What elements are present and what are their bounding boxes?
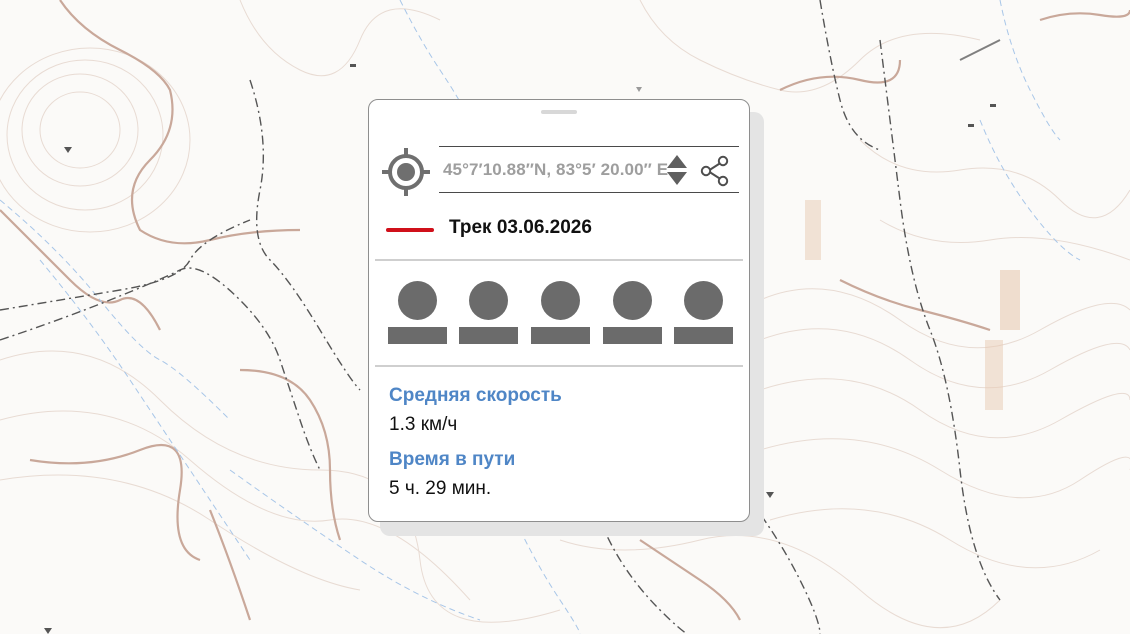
contour-line xyxy=(1039,9,1130,22)
action-icon-placeholder xyxy=(469,281,508,320)
track-title: Трек 03.06.2026 xyxy=(449,217,592,238)
action-label-placeholder xyxy=(531,327,590,344)
action-icon-placeholder xyxy=(684,281,723,320)
contour-line xyxy=(639,539,741,621)
contour-line xyxy=(839,279,991,332)
contour-line xyxy=(769,508,1101,569)
map-marker-icon xyxy=(968,124,974,127)
share-icon xyxy=(700,155,729,187)
contour-line xyxy=(239,0,441,77)
trail-line xyxy=(819,0,881,151)
stream-line xyxy=(0,199,231,421)
track-info-card: 45°7′10.88″N, 83°5′ 20.00″ E Трек 03.06.… xyxy=(368,99,750,522)
contour-line xyxy=(39,91,121,169)
trail-line xyxy=(599,519,700,634)
trail-line xyxy=(0,267,321,471)
track-color-swatch xyxy=(386,228,434,232)
trail-line xyxy=(249,79,361,391)
contour-line xyxy=(208,509,252,621)
locate-button[interactable] xyxy=(381,147,431,197)
action-button-2[interactable] xyxy=(459,281,519,345)
action-button-3[interactable] xyxy=(531,281,591,345)
contour-line xyxy=(239,368,342,541)
contour-line xyxy=(6,59,164,211)
contour-line xyxy=(759,378,1130,439)
map-marker-icon xyxy=(990,104,996,107)
action-label-placeholder xyxy=(603,327,662,344)
action-button-1[interactable] xyxy=(388,281,448,345)
contour-line xyxy=(21,73,139,187)
coordinates-field[interactable]: 45°7′10.88″N, 83°5′ 20.00″ E xyxy=(439,146,739,193)
action-button-5[interactable] xyxy=(674,281,734,345)
action-label-placeholder xyxy=(388,327,447,344)
stream-line xyxy=(999,0,1061,141)
drag-handle[interactable] xyxy=(541,110,577,114)
map-marker-icon xyxy=(44,628,52,634)
map-marker-icon xyxy=(64,147,72,153)
action-button-4[interactable] xyxy=(603,281,663,345)
map-marker-icon xyxy=(636,87,642,92)
terrain-patch xyxy=(805,200,821,260)
contour-line xyxy=(759,438,1130,499)
contour-line xyxy=(759,288,1130,349)
divider xyxy=(375,365,743,367)
action-icon-placeholder xyxy=(541,281,580,320)
stream-line xyxy=(39,259,251,561)
contour-line xyxy=(879,219,1130,261)
avg-speed-label: Средняя скорость xyxy=(389,385,562,406)
terrain-patch xyxy=(1000,270,1020,330)
coordinates-text: 45°7′10.88″N, 83°5′ 20.00″ E xyxy=(443,160,669,179)
map-marker-icon xyxy=(350,64,356,67)
contour-line xyxy=(29,444,201,562)
action-label-placeholder xyxy=(459,327,518,344)
travel-time-value: 5 ч. 29 мин. xyxy=(389,478,492,499)
divider xyxy=(375,259,743,261)
terrain-patch xyxy=(985,340,1003,410)
action-label-placeholder xyxy=(674,327,733,344)
crosshair-target-icon xyxy=(382,148,430,196)
contour-line xyxy=(559,535,1001,629)
action-icon-placeholder xyxy=(398,281,437,320)
contour-line xyxy=(59,0,301,245)
travel-time-label: Время в пути xyxy=(389,449,516,470)
contour-line xyxy=(859,139,1130,219)
share-button[interactable] xyxy=(699,155,731,187)
map-marker-icon xyxy=(766,492,774,498)
avg-speed-value: 1.3 км/ч xyxy=(389,414,458,435)
contour-line xyxy=(779,59,902,91)
coordinate-format-toggle[interactable] xyxy=(665,153,689,187)
action-icon-placeholder xyxy=(613,281,652,320)
up-down-arrows-icon xyxy=(667,155,687,185)
road-line xyxy=(959,39,1001,61)
